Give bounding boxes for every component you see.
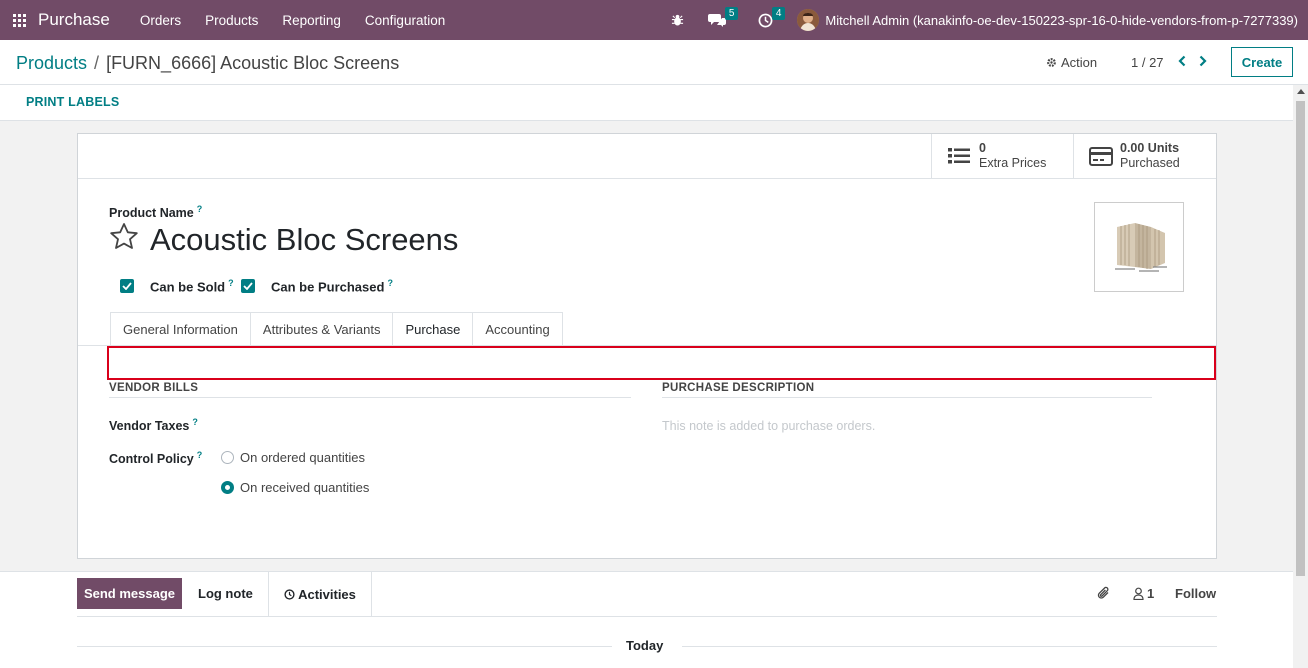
can-be-purchased-checkbox[interactable] xyxy=(241,279,255,293)
list-icon xyxy=(948,148,970,164)
can-be-purchased-label: Can be Purchased? xyxy=(271,278,393,295)
send-message-button[interactable]: Send message xyxy=(77,578,182,609)
action-button[interactable]: Action xyxy=(1046,55,1097,70)
apps-menu-icon[interactable] xyxy=(0,0,38,40)
control-policy-label: Control Policy? xyxy=(109,450,203,467)
create-button[interactable]: Create xyxy=(1231,47,1293,77)
can-be-sold-checkbox[interactable] xyxy=(120,279,134,293)
followers-button[interactable]: 1 xyxy=(1133,586,1154,601)
paperclip-icon[interactable] xyxy=(1097,585,1111,604)
units-purchased-button[interactable]: 0.00 Units Purchased xyxy=(1073,134,1216,178)
units-purchased-label: Purchased xyxy=(1120,156,1180,170)
credit-card-icon xyxy=(1089,146,1113,166)
action-label: Action xyxy=(1061,55,1098,70)
menu-configuration[interactable]: Configuration xyxy=(365,13,445,28)
help-tooltip-icon[interactable]: ? xyxy=(228,278,234,288)
breadcrumb-current: [FURN_6666] Acoustic Bloc Screens xyxy=(106,53,400,73)
product-name-field[interactable]: Acoustic Bloc Screens xyxy=(150,222,458,258)
menu-products[interactable]: Products xyxy=(205,13,258,28)
extra-prices-button[interactable]: 0 Extra Prices xyxy=(931,134,1073,178)
pager-previous-icon[interactable] xyxy=(1175,52,1189,70)
purchase-description-divider xyxy=(662,397,1152,398)
help-tooltip-icon[interactable]: ? xyxy=(192,417,198,427)
user-menu[interactable]: Mitchell Admin (kanakinfo-oe-dev-150223-… xyxy=(825,13,1308,28)
ordered-quantities-label[interactable]: On ordered quantities xyxy=(240,450,365,465)
control-panel-divider xyxy=(0,84,1308,85)
radio-received-quantities[interactable] xyxy=(221,481,234,494)
help-tooltip-icon[interactable]: ? xyxy=(197,204,203,214)
help-tooltip-icon[interactable]: ? xyxy=(197,450,203,460)
favorite-star-icon[interactable] xyxy=(109,222,139,254)
chatter-divider xyxy=(77,616,1217,617)
breadcrumb-products[interactable]: Products xyxy=(16,53,87,74)
app-name[interactable]: Purchase xyxy=(38,10,110,30)
radio-ordered-quantities[interactable] xyxy=(221,451,234,464)
user-avatar[interactable] xyxy=(797,9,820,31)
pager-next-icon[interactable] xyxy=(1196,52,1210,70)
scrollbar[interactable] xyxy=(1293,85,1308,668)
messages-icon[interactable]: 5 xyxy=(708,6,739,28)
activities-button[interactable]: Activities xyxy=(268,572,372,616)
vendor-bills-title: VENDOR BILLS xyxy=(109,382,199,394)
smart-button-box: 0 Extra Prices 0.00 Units Purchased xyxy=(78,134,1216,179)
tab-purchase[interactable]: Purchase xyxy=(392,312,473,346)
today-line-right xyxy=(682,646,1217,647)
scroll-up-arrow-icon[interactable] xyxy=(1297,89,1305,94)
gear-icon xyxy=(1047,58,1056,67)
vendor-bills-divider xyxy=(109,397,631,398)
debug-bug-icon[interactable] xyxy=(671,14,684,27)
follow-button[interactable]: Follow xyxy=(1175,586,1216,601)
log-note-button[interactable]: Log note xyxy=(198,586,253,601)
product-name-label: Product Name? xyxy=(109,204,203,221)
scrollbar-thumb[interactable] xyxy=(1296,101,1305,576)
menu-orders[interactable]: Orders xyxy=(140,13,181,28)
print-labels-button[interactable]: PRINT LABELS xyxy=(26,95,119,109)
control-panel: Products / [FURN_6666] Acoustic Bloc Scr… xyxy=(0,40,1308,121)
breadcrumb: Products / [FURN_6666] Acoustic Bloc Scr… xyxy=(16,53,399,74)
highlight-box xyxy=(107,346,1216,380)
pager-value[interactable]: 1 / 27 xyxy=(1131,55,1164,70)
clock-icon xyxy=(284,588,295,600)
extra-prices-label: Extra Prices xyxy=(979,156,1047,170)
vendor-taxes-label: Vendor Taxes? xyxy=(109,417,198,434)
help-tooltip-icon[interactable]: ? xyxy=(387,278,393,288)
tab-accounting[interactable]: Accounting xyxy=(472,312,563,346)
purchase-description-title: PURCHASE DESCRIPTION xyxy=(662,382,815,394)
tab-general-information[interactable]: General Information xyxy=(110,312,250,346)
menu-reporting[interactable]: Reporting xyxy=(282,13,341,28)
units-purchased-value: 0.00 Units xyxy=(1120,141,1180,155)
purchase-description-field[interactable]: This note is added to purchase orders. xyxy=(662,419,875,433)
received-quantities-label[interactable]: On received quantities xyxy=(240,480,369,495)
top-navbar: Purchase Orders Products Reporting Confi… xyxy=(0,0,1308,40)
activities-label: Activities xyxy=(298,586,356,602)
breadcrumb-separator: / xyxy=(94,53,100,73)
messages-badge: 5 xyxy=(724,6,739,20)
activities-clock-icon[interactable]: 4 xyxy=(758,6,786,28)
can-be-sold-label: Can be Sold? xyxy=(150,278,234,295)
followers-count: 1 xyxy=(1147,586,1155,601)
today-separator: Today xyxy=(77,638,1217,653)
user-icon xyxy=(1133,587,1144,600)
product-image[interactable] xyxy=(1094,202,1184,292)
tab-attributes-variants[interactable]: Attributes & Variants xyxy=(249,312,393,346)
form-sheet: 0 Extra Prices 0.00 Units Purchased Prod… xyxy=(77,133,1217,559)
extra-prices-value: 0 xyxy=(979,141,986,155)
chatter: Send message Log note Activities 1 Follo… xyxy=(0,571,1293,668)
notebook-tabs: General Information Attributes & Variant… xyxy=(110,312,563,346)
today-line-left xyxy=(77,646,612,647)
activities-badge: 4 xyxy=(771,6,786,20)
today-label: Today xyxy=(626,638,664,653)
